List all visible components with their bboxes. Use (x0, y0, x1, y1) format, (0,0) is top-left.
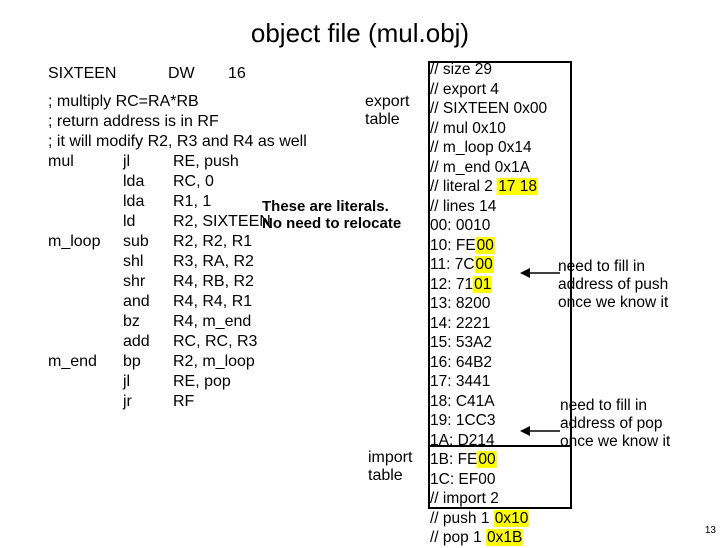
arrow-icon (520, 266, 560, 280)
asm-body: muljlRE, push ldaRC, 0 ldaR1, 1 ldR2, SI… (48, 152, 323, 412)
assembly-listing: SIXTEEN DW 16 ; multiply RC=RA*RB ; retu… (48, 64, 323, 412)
asm-label: SIXTEEN (48, 64, 168, 84)
page-number: 13 (705, 525, 716, 536)
import-table-label: import table (368, 449, 412, 485)
highlight-addr: 0x1B (486, 529, 523, 546)
highlight-addr: 00 (477, 451, 496, 468)
asm-label: mul (48, 152, 123, 172)
highlight-addr: 00 (476, 237, 495, 254)
highlight-literal: 17 18 (497, 178, 538, 195)
asm-comment: ; it will modify R2, R3 and R4 as well (48, 132, 323, 152)
annotation-pop: need to fill in address of pop once we k… (560, 397, 670, 451)
arrow-icon (520, 424, 560, 438)
asm-first-row: SIXTEEN DW 16 (48, 64, 246, 84)
literals-note: These are literals. No need to relocate (262, 198, 401, 232)
highlight-addr: 01 (473, 276, 492, 293)
asm-op: jl (123, 152, 173, 172)
object-file-dump: // size 29 // export 4 // SIXTEEN 0x00 /… (430, 60, 547, 548)
asm-arg: RE, push (173, 152, 323, 172)
annotation-push: need to fill in address of push once we … (558, 258, 668, 312)
asm-op: DW (168, 64, 228, 84)
asm-comment: ; multiply RC=RA*RB (48, 92, 323, 112)
asm-comment: ; return address is in RF (48, 112, 323, 132)
export-table-label: export table (365, 93, 409, 129)
asm-arg: 16 (228, 64, 246, 84)
highlight-addr: 00 (475, 256, 494, 273)
highlight-addr: 0x10 (494, 510, 530, 527)
page-title: object file (mul.obj) (0, 0, 720, 49)
